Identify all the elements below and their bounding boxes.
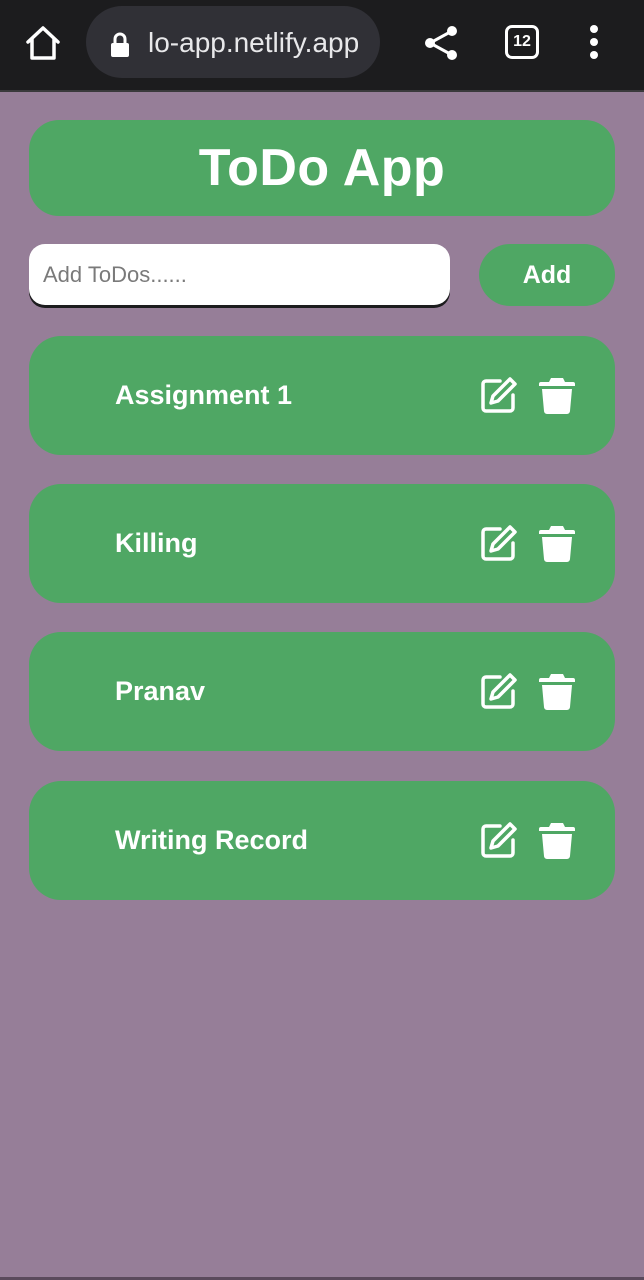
edit-icon <box>481 525 517 561</box>
delete-button[interactable] <box>539 821 575 859</box>
edit-button[interactable] <box>480 376 518 414</box>
tabs-button[interactable]: 12 <box>505 25 539 59</box>
todo-item: Assignment 1 <box>29 336 615 455</box>
todo-item: Pranav <box>29 632 615 751</box>
home-icon <box>26 26 60 60</box>
delete-button[interactable] <box>539 376 575 414</box>
edit-button[interactable] <box>480 821 518 859</box>
page-title: ToDo App <box>198 139 446 197</box>
share-button[interactable] <box>422 24 460 62</box>
add-button[interactable]: Add <box>479 244 615 306</box>
todo-input[interactable] <box>29 244 450 305</box>
url-text: lo-app.netlify.app <box>148 27 360 58</box>
todo-text: Pranav <box>115 676 206 706</box>
edit-icon <box>481 377 517 413</box>
edit-button[interactable] <box>480 672 518 710</box>
trash-icon <box>539 526 575 562</box>
tab-count: 12 <box>513 33 531 50</box>
delete-button[interactable] <box>539 524 575 562</box>
more-vert-button[interactable] <box>582 24 606 62</box>
delete-button[interactable] <box>539 672 575 710</box>
address-bar[interactable]: lo-app.netlify.app <box>86 6 380 78</box>
home-button[interactable] <box>24 24 62 62</box>
todo-text: Assignment 1 <box>115 380 293 410</box>
trash-icon <box>539 823 575 859</box>
app-header: ToDo App <box>29 120 615 216</box>
todo-text: Writing Record <box>115 825 309 855</box>
todo-item: Killing <box>29 484 615 603</box>
todo-item: Writing Record <box>29 781 615 900</box>
edit-icon <box>481 673 517 709</box>
todo-text: Killing <box>115 528 198 558</box>
trash-icon <box>539 378 575 414</box>
edit-icon <box>481 822 517 858</box>
browser-toolbar: lo-app.netlify.app 12 <box>0 0 644 92</box>
edit-button[interactable] <box>480 524 518 562</box>
lock-icon <box>111 32 129 57</box>
share-icon <box>425 26 457 60</box>
trash-icon <box>539 674 575 710</box>
more-vert-icon <box>590 25 598 59</box>
